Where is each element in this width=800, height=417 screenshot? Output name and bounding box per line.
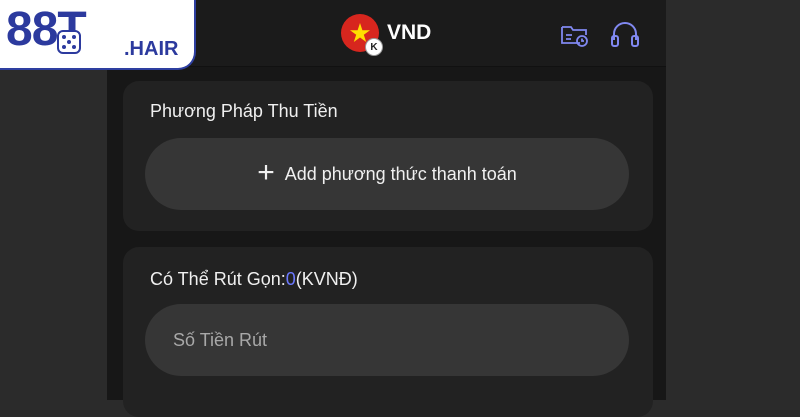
available-balance-label: Có Thể Rút Gọn:0(KVNĐ) [150,269,358,290]
withdraw-amount-card: Có Thể Rút Gọn:0(KVNĐ) [123,247,653,417]
available-prefix: Có Thể Rút Gọn: [150,269,286,289]
currency-label: VND [387,21,432,44]
headset-icon[interactable] [608,17,642,51]
available-value: 0 [285,269,296,289]
plus-icon: + [257,155,275,189]
site-logo: 88T .HAIR [0,0,196,70]
currency-selector[interactable]: K VND [341,13,432,56]
add-payment-method-button[interactable]: + Add phương thức thanh toán [145,138,629,210]
withdraw-amount-input[interactable] [171,328,595,352]
dice-icon [57,30,81,54]
withdraw-method-title: Phương Pháp Thu Tiền [150,101,338,121]
withdraw-amount-field[interactable] [145,304,629,376]
folder-clock-icon[interactable] [558,17,592,51]
available-suffix: (KVNĐ) [295,269,358,289]
logo-sub-text: .HAIR [124,38,179,60]
add-payment-method-label: Add phương thức thanh toán [284,163,517,184]
currency-unit-badge: K [365,38,383,56]
vietnam-flag-icon: K [341,14,383,56]
withdraw-method-card: Phương Pháp Thu Tiền + Add phương thức t… [123,81,653,231]
